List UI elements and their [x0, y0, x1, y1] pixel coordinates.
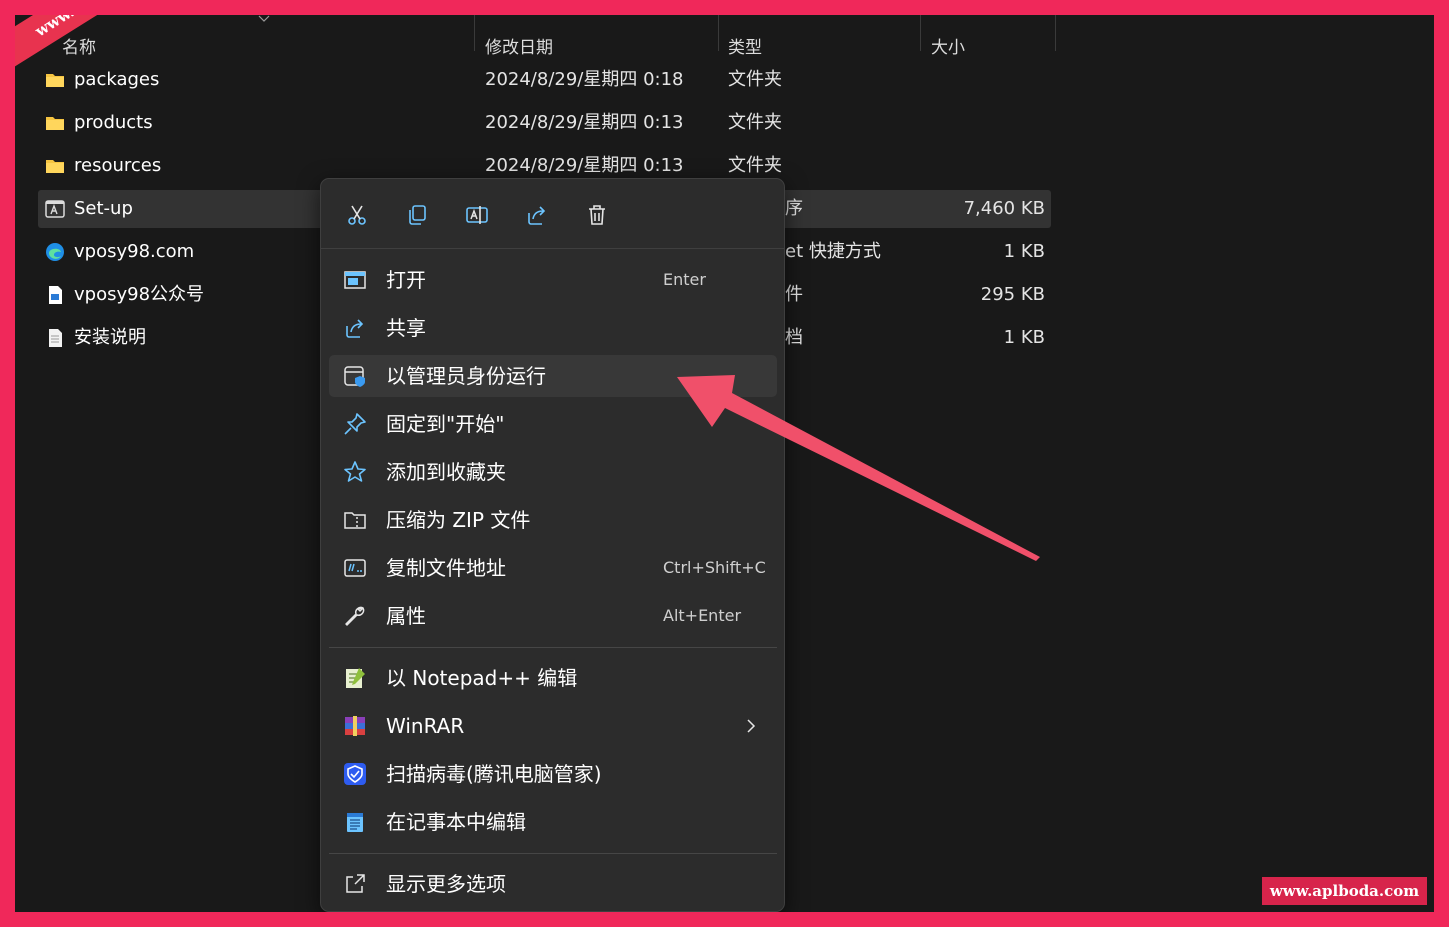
file-type: 件 [785, 284, 803, 305]
menu-item-edit-notepadpp[interactable]: 以 Notepad++ 编辑 [329, 657, 777, 699]
more-options-icon [346, 874, 365, 893]
pin-icon [344, 413, 366, 435]
file-type: 文件夹 [728, 69, 782, 90]
file-name: vposy98公众号 [74, 284, 205, 305]
tencent-shield-icon [344, 763, 366, 785]
menu-item-label: 以管理员身份运行 [386, 364, 546, 388]
file-date: 2024/8/29/星期四 0:18 [485, 69, 684, 90]
delete-button[interactable] [581, 199, 613, 231]
menu-item-shortcut: Ctrl+Shift+C [663, 558, 766, 577]
menu-item-label: 固定到"开始" [386, 412, 505, 436]
column-divider[interactable] [920, 15, 921, 51]
winrar-icon [345, 716, 365, 736]
menu-separator [329, 647, 777, 648]
notepadpp-icon [346, 668, 365, 688]
menu-item-label: 共享 [386, 316, 426, 340]
file-size: 1 KB [1003, 327, 1045, 348]
wrench-icon [345, 606, 365, 626]
star-icon [344, 461, 366, 482]
menu-item-open[interactable]: 打开 Enter [329, 259, 777, 301]
folder-icon [46, 74, 64, 87]
cut-icon [348, 205, 366, 225]
menu-item-label: 复制文件地址 [386, 556, 506, 580]
context-menu-toolbar [321, 179, 784, 249]
image-file-icon [49, 286, 62, 304]
menu-item-shortcut: Enter [663, 270, 706, 289]
menu-item-label: WinRAR [386, 714, 465, 738]
folder-icon [46, 117, 64, 130]
context-menu: 打开 Enter 共享 以管理员身份运行 固定到"开始" 添加到收藏夹 压缩为 … [320, 178, 785, 912]
file-date: 2024/8/29/星期四 0:13 [485, 112, 684, 133]
menu-item-label: 打开 [386, 268, 426, 292]
share-icon [346, 319, 364, 338]
admin-shield-icon [344, 366, 365, 387]
rename-icon [466, 206, 488, 224]
menu-separator [329, 853, 777, 854]
watermark-badge: www.aplboda.com [1262, 877, 1427, 905]
menu-item-run-as-admin[interactable]: 以管理员身份运行 [329, 355, 777, 397]
column-divider[interactable] [474, 15, 475, 51]
column-divider[interactable] [718, 15, 719, 51]
open-icon [344, 271, 366, 289]
menu-item-label: 添加到收藏夹 [386, 460, 506, 484]
file-size: 295 KB [980, 284, 1045, 305]
edge-icon [46, 243, 64, 261]
zip-folder-icon [344, 512, 366, 529]
menu-item-label: 属性 [386, 604, 426, 628]
menu-item-winrar[interactable]: WinRAR [329, 705, 777, 747]
file-name: vposy98.com [74, 241, 195, 262]
sort-chevron-icon [258, 15, 270, 22]
menu-item-shortcut: Alt+Enter [663, 606, 742, 625]
column-divider[interactable] [1055, 15, 1056, 51]
file-explorer-window: 名称 修改日期 类型 大小 packages 2024/8/29/星期四 0:1… [15, 15, 1434, 912]
menu-item-compress-zip[interactable]: 压缩为 ZIP 文件 [329, 499, 777, 541]
menu-item-label: 在记事本中编辑 [386, 810, 526, 834]
file-name: packages [74, 69, 160, 90]
file-name: products [74, 112, 153, 133]
file-name: resources [74, 155, 162, 176]
menu-item-label: 压缩为 ZIP 文件 [386, 508, 531, 532]
rename-button[interactable] [461, 199, 493, 231]
adobe-app-icon [45, 200, 65, 218]
file-type: 档 [785, 327, 803, 348]
folder-icon [46, 160, 64, 173]
share-button[interactable] [521, 199, 553, 231]
text-file-icon [49, 329, 62, 347]
notepad-icon [347, 813, 363, 832]
file-size: 1 KB [1003, 241, 1045, 262]
copy-path-icon [344, 559, 366, 577]
file-size: 7,460 KB [963, 198, 1045, 219]
file-type: et 快捷方式 [785, 241, 881, 262]
menu-item-copy-path[interactable]: 复制文件地址 Ctrl+Shift+C [329, 547, 777, 589]
file-name: Set-up [74, 198, 133, 219]
chevron-right-icon [747, 719, 756, 733]
menu-item-scan-virus[interactable]: 扫描病毒(腾讯电脑管家) [329, 753, 777, 795]
share-icon [528, 206, 546, 225]
file-row-packages[interactable]: packages 2024/8/29/星期四 0:18 文件夹 [38, 61, 1051, 99]
file-type: 序 [785, 198, 803, 219]
menu-item-edit-notepad[interactable]: 在记事本中编辑 [329, 801, 777, 843]
menu-item-share[interactable]: 共享 [329, 307, 777, 349]
menu-item-add-favorites[interactable]: 添加到收藏夹 [329, 451, 777, 493]
copy-icon [409, 205, 426, 225]
file-type: 文件夹 [728, 112, 782, 133]
menu-item-label: 显示更多选项 [386, 872, 506, 896]
cut-button[interactable] [341, 199, 373, 231]
menu-item-properties[interactable]: 属性 Alt+Enter [329, 595, 777, 637]
menu-item-label: 以 Notepad++ 编辑 [386, 666, 578, 690]
delete-icon [589, 205, 605, 225]
copy-button[interactable] [401, 199, 433, 231]
file-name: 安装说明 [74, 327, 146, 348]
menu-item-label: 扫描病毒(腾讯电脑管家) [386, 762, 602, 786]
menu-item-pin-to-start[interactable]: 固定到"开始" [329, 403, 777, 445]
menu-item-show-more-options[interactable]: 显示更多选项 [329, 863, 777, 905]
file-row-products[interactable]: products 2024/8/29/星期四 0:13 文件夹 [38, 104, 1051, 142]
